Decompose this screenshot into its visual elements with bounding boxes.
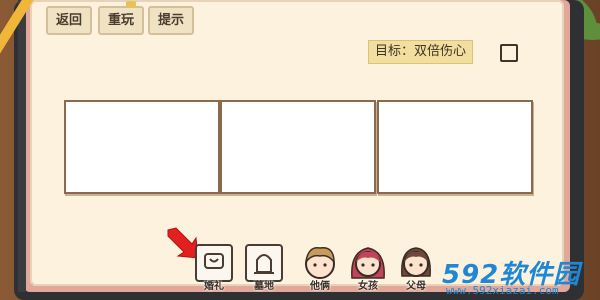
goal-banner: 目标：双倍伤心 — [368, 40, 474, 64]
item-label: 墓地 — [254, 281, 274, 292]
watermark-url: www.592xiazai.com — [446, 284, 559, 297]
replay-button[interactable]: 重玩 — [98, 1, 145, 35]
item-label: 女孩 — [358, 281, 378, 292]
item-wedding[interactable]: 婚礼 — [192, 242, 236, 292]
goal-checkbox[interactable] — [500, 44, 518, 62]
site-watermark: 592软件园 www.592xiazai.com — [440, 254, 600, 300]
item-label: 婚礼 — [204, 281, 224, 292]
story-slot-1[interactable] — [64, 100, 220, 194]
goal-text: 目标：双倍伤心 — [375, 44, 467, 59]
boy-portrait-icon — [304, 247, 335, 279]
back-label: 返回 — [56, 13, 83, 28]
item-girl[interactable]: 女孩 — [346, 242, 390, 292]
hint-button[interactable]: 提示 — [148, 6, 195, 35]
woman-portrait-icon — [401, 247, 431, 277]
clip-icon — [126, 1, 137, 8]
item-label: 父母 — [406, 281, 426, 292]
hint-label: 提示 — [158, 13, 185, 28]
item-parents[interactable]: 父母 — [394, 242, 438, 292]
replay-label: 重玩 — [108, 13, 135, 28]
notebook-spine — [18, 0, 26, 292]
story-slot-3[interactable] — [377, 100, 533, 194]
story-slot-2[interactable] — [220, 100, 376, 194]
item-them[interactable]: 他俩 — [298, 242, 342, 292]
item-label: 他俩 — [310, 281, 330, 292]
back-button[interactable]: 返回 — [46, 6, 93, 35]
item-cemetery[interactable]: 墓地 — [242, 242, 286, 292]
girl-portrait-icon — [351, 247, 385, 279]
